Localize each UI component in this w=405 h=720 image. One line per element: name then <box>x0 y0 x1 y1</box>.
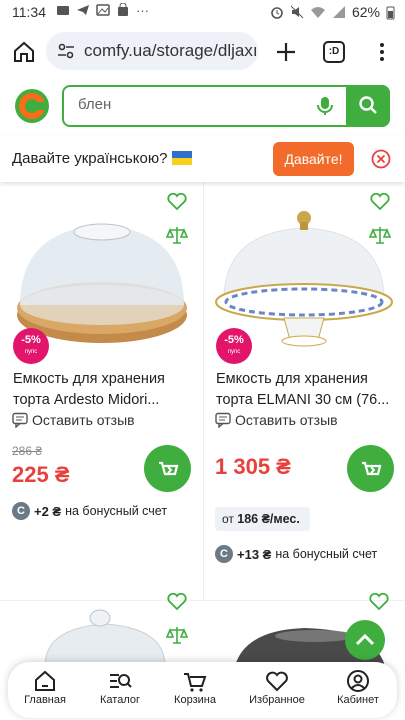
switch-language-button[interactable]: Давайте! <box>273 142 354 176</box>
telegram-icon <box>77 5 89 15</box>
shopping-icon <box>118 3 128 16</box>
add-to-cart-button[interactable] <box>347 445 394 492</box>
nav-home[interactable]: Главная <box>10 668 80 706</box>
menu-dots-icon[interactable] <box>370 40 394 64</box>
comfy-logo-icon[interactable] <box>14 88 50 124</box>
row-divider <box>0 600 405 601</box>
product-name[interactable]: Емкость для хранения торта Ardesto Midori… <box>13 369 193 411</box>
nav-cart[interactable]: Корзина <box>160 668 230 706</box>
new-tab-icon[interactable] <box>274 40 298 64</box>
ukraine-flag-icon <box>171 151 192 165</box>
address-bar[interactable]: comfy.ua/storage/dljaxı <box>46 32 258 70</box>
add-to-cart-button[interactable] <box>144 445 191 492</box>
product-price: 225 ₴ <box>12 462 70 487</box>
search-icon <box>359 95 377 114</box>
scroll-to-top-button[interactable] <box>345 620 385 660</box>
more-notifications-icon: ··· <box>136 3 149 18</box>
favorite-heart-icon[interactable] <box>166 190 188 212</box>
user-icon <box>347 670 369 692</box>
leave-review-link[interactable]: Оставить отзыв <box>215 412 338 428</box>
cart-icon <box>159 461 179 476</box>
bonus-info: C +2 ₴ на бонусный счет <box>12 502 167 520</box>
discount-badge: -5% пупс <box>13 328 49 364</box>
home-icon[interactable] <box>12 40 36 64</box>
status-time: 11:34 <box>12 4 46 20</box>
comment-icon <box>215 412 231 428</box>
chevron-up-icon <box>355 633 375 646</box>
comment-icon <box>12 412 28 428</box>
search-field[interactable]: блен <box>62 84 390 127</box>
notification-icon <box>57 6 69 15</box>
catalog-icon <box>110 674 132 688</box>
search-button[interactable] <box>346 84 390 127</box>
product-image[interactable] <box>40 606 170 666</box>
heart-icon <box>266 671 288 692</box>
site-header: блен <box>0 80 405 134</box>
wifi-icon <box>310 7 325 18</box>
site-settings-icon <box>58 43 74 59</box>
close-icon[interactable] <box>371 149 391 169</box>
gallery-icon <box>96 4 110 16</box>
bottom-navigation: Главная Каталог Корзина Избранное Кабине… <box>8 662 397 718</box>
status-bar: 11:34 ··· 62% <box>0 0 405 26</box>
battery-icon <box>386 6 395 19</box>
bonus-coin-icon: C <box>12 502 30 520</box>
mute-icon <box>290 5 304 19</box>
browser-toolbar: comfy.ua/storage/dljaxı :D <box>0 26 405 78</box>
old-price: 286 ₴ <box>12 444 43 458</box>
nav-catalog[interactable]: Каталог <box>85 668 155 706</box>
leave-review-link[interactable]: Оставить отзыв <box>12 412 135 428</box>
search-input[interactable]: блен <box>78 96 111 113</box>
favorite-heart-icon[interactable] <box>368 590 390 612</box>
cart-icon <box>184 673 207 692</box>
product-card[interactable]: -5% пупс Емкость для хранения торта Ardest… <box>0 182 202 602</box>
system-icons: 62% <box>270 4 395 20</box>
url-text: comfy.ua/storage/dljaxı <box>84 41 258 60</box>
bonus-info: C +13 ₴ на бонусный счет <box>215 545 377 563</box>
tab-switcher-button[interactable]: :D <box>323 41 345 63</box>
microphone-icon[interactable] <box>316 96 334 116</box>
product-card[interactable]: -5% пупс Емкость для хранения торта ELMANI… <box>203 182 405 602</box>
nav-account[interactable]: Кабинет <box>323 668 393 706</box>
credit-offer[interactable]: от 186 ₴/мес. <box>215 507 310 531</box>
battery-percent: 62% <box>351 4 380 20</box>
nav-favorites[interactable]: Избранное <box>242 668 312 706</box>
discount-badge: -5% пупс <box>216 328 252 364</box>
bonus-coin-icon: C <box>215 545 233 563</box>
product-name[interactable]: Емкость для хранения торта ELMANI 30 см (… <box>216 369 396 411</box>
product-price: 1 305 ₴ <box>215 454 291 479</box>
language-banner: Давайте українською? Давайте! <box>0 136 405 182</box>
signal-icon <box>332 6 345 18</box>
cart-icon <box>362 461 382 476</box>
alarm-icon <box>271 7 283 19</box>
language-prompt: Давайте українською? <box>12 150 192 167</box>
notification-icons: ··· <box>56 3 149 18</box>
home-icon <box>35 670 55 691</box>
